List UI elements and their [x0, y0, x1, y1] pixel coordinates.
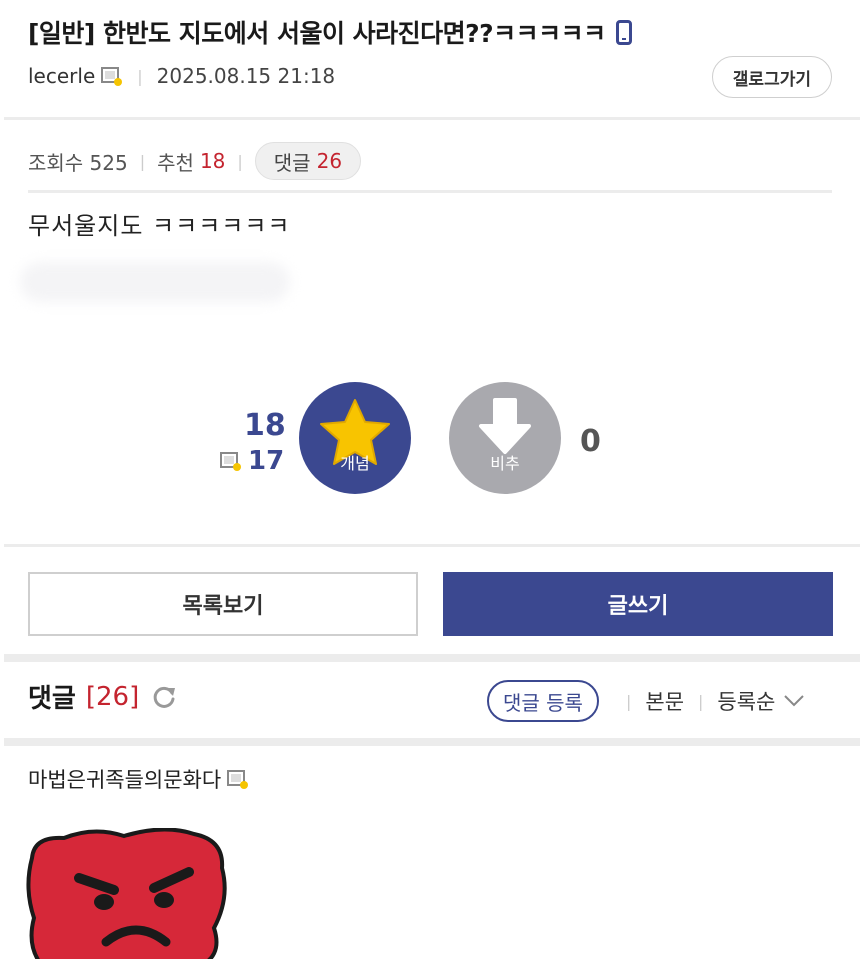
- post-stats: 조회수 525 | 추천 18 | 댓글 26: [28, 142, 362, 180]
- post-title: [일반] 한반도 지도에서 서울이 사라진다면??ㅋㅋㅋㅋㅋ: [28, 14, 748, 50]
- write-button[interactable]: 글쓰기: [443, 572, 833, 636]
- downvote-label: 비추: [490, 454, 520, 473]
- comments-count: [26]: [85, 681, 140, 712]
- comment-register-button[interactable]: 댓글 등록: [487, 680, 599, 722]
- fixed-nick-icon: [220, 452, 241, 471]
- mobile-icon: [615, 19, 632, 45]
- body-link[interactable]: 본문: [645, 686, 684, 716]
- recommend-count: 18: [199, 149, 226, 173]
- sort-separator: |: [698, 691, 704, 711]
- fixed-nick-icon: [227, 769, 249, 789]
- comment-pill-label: 댓글: [273, 150, 311, 175]
- down-arrow-icon: [479, 398, 531, 454]
- post-date: 2025.08.15 21:18: [156, 64, 336, 88]
- fixed-nick-icon: [101, 66, 123, 86]
- upvote-label: 개념: [340, 454, 370, 473]
- post-meta: lecerle | 2025.08.15 21:18: [28, 64, 335, 88]
- recommend-label: 추천: [157, 150, 194, 175]
- author-name[interactable]: lecerle: [28, 64, 95, 88]
- comment-sort: | 본문 | 등록순: [626, 686, 805, 716]
- divider: [28, 190, 832, 193]
- vote-area: 18 17 개념 비추 0: [0, 380, 864, 500]
- angry-emoticon: [24, 828, 234, 959]
- comment-pill-count: 26: [316, 149, 343, 173]
- stats-separator: |: [139, 151, 146, 171]
- divider: [4, 654, 860, 662]
- sort-select[interactable]: 등록순: [717, 686, 775, 716]
- divider: [4, 117, 860, 120]
- view-count: 조회수 525: [28, 150, 128, 175]
- fixed-upvote-value: 17: [248, 446, 285, 476]
- blurred-content: [20, 262, 290, 302]
- comment-count-pill[interactable]: 댓글 26: [254, 142, 362, 180]
- downvote-count: 0: [580, 424, 601, 459]
- comments-header: 댓글 [26]: [28, 678, 177, 715]
- comment-author-name[interactable]: 마법은귀족들의문화다: [28, 764, 221, 794]
- star-icon: [320, 399, 390, 465]
- upvote-button[interactable]: 개념: [299, 382, 411, 494]
- fixed-upvote-count: 17: [220, 446, 284, 476]
- divider: [4, 738, 860, 746]
- upvote-count: 18: [244, 408, 286, 443]
- post-title-text: [일반] 한반도 지도에서 서울이 사라진다면??ㅋㅋㅋㅋㅋ: [28, 19, 606, 48]
- chevron-down-icon[interactable]: [783, 694, 805, 708]
- comment-author: 마법은귀족들의문화다: [28, 764, 249, 794]
- sort-separator: |: [626, 691, 632, 711]
- refresh-icon[interactable]: [151, 684, 177, 710]
- stats-separator: |: [237, 151, 243, 171]
- post-body: 무서울지도 ㅋㅋㅋㅋㅋㅋ: [28, 212, 291, 240]
- comments-title: 댓글: [28, 684, 76, 714]
- meta-separator: |: [137, 66, 143, 86]
- downvote-button[interactable]: 비추: [449, 382, 561, 494]
- divider: [4, 544, 860, 547]
- gallog-button[interactable]: 갤로그가기: [711, 56, 832, 98]
- list-button[interactable]: 목록보기: [28, 572, 418, 636]
